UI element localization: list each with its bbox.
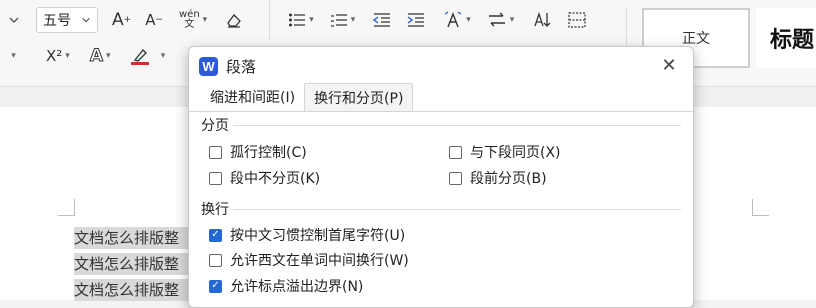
- line-spacing-icon: [488, 12, 505, 27]
- tab-label: 缩进和间距(I): [210, 90, 296, 106]
- chevron-down-icon: [82, 17, 90, 23]
- borders-button[interactable]: [564, 7, 590, 33]
- checkbox-keep-with-next[interactable]: 与下段同页(X): [449, 141, 561, 163]
- style-heading-label: 标题: [770, 27, 815, 53]
- increase-font-size-button[interactable]: A +: [108, 7, 135, 33]
- line-spacing-button[interactable]: ▾: [483, 7, 519, 33]
- numbered-list-button[interactable]: ▾: [326, 7, 360, 33]
- bulleted-list-button[interactable]: ▾: [284, 7, 318, 33]
- style-heading[interactable]: 标题: [756, 8, 816, 68]
- tab-panel-border: [189, 111, 693, 112]
- close-button[interactable]: ✕: [657, 53, 681, 77]
- sort-icon: [534, 11, 551, 27]
- checkbox-label: 段中不分页(K): [230, 171, 321, 187]
- chevron-down-icon: ▾: [65, 51, 70, 61]
- superscript-button[interactable]: X² ▾: [42, 43, 74, 69]
- ribbon-separator: [626, 8, 627, 48]
- dialog-title-bar: W 段落: [199, 53, 256, 79]
- checkbox-label: 按中文习惯控制首尾字符(U): [230, 228, 406, 244]
- document-line: 文档怎么排版整: [74, 227, 204, 249]
- checkbox-icon: [209, 145, 222, 159]
- checkbox-icon: [209, 253, 222, 267]
- group-title-pagination: 分页: [201, 118, 229, 134]
- document-line: 文档怎么排版整: [74, 279, 204, 301]
- checkbox-hanging-punctuation[interactable]: ✓ 允许标点溢出边界(N): [209, 275, 363, 297]
- font-name-dropdown-chevron-icon[interactable]: [0, 7, 28, 33]
- checkbox-icon: [449, 171, 462, 185]
- border-grid-icon: [568, 12, 586, 28]
- page-corner-mark-left: [58, 199, 75, 216]
- page-corner-mark-right: [752, 199, 769, 216]
- style-normal-label: 正文: [682, 31, 710, 47]
- highlight-color-bar: [130, 61, 149, 65]
- font-options-chevron-icon[interactable]: ▾: [0, 43, 24, 69]
- checkbox-page-break-before[interactable]: 段前分页(B): [449, 167, 547, 189]
- checkbox-label: 与下段同页(X): [470, 145, 561, 161]
- chevron-down-icon: ▾: [202, 15, 208, 25]
- bullet-list-icon: [289, 13, 306, 27]
- increase-font-size-label: A: [112, 10, 124, 30]
- text-effects-button[interactable]: A ▾: [86, 43, 115, 69]
- phonetic-guide-button[interactable]: wén 文 ▾: [175, 7, 211, 33]
- checkbox-label: 允许标点溢出边界(N): [230, 279, 364, 295]
- tab-label: 换行和分页(P): [314, 90, 404, 107]
- document-line: 文档怎么排版整: [74, 253, 204, 275]
- text-direction-icon: [444, 11, 462, 28]
- checkbox-label: 段前分页(B): [470, 171, 547, 187]
- checkbox-label: 允许西文在单词中间换行(W): [230, 253, 409, 269]
- increase-indent-icon: [407, 13, 425, 27]
- chevron-down-icon: ▾: [160, 51, 166, 61]
- outline-text-label: A: [89, 46, 103, 67]
- decrease-indent-button[interactable]: [369, 7, 395, 33]
- dialog-tabs: 缩进和间距(I) 换行和分页(P): [201, 83, 414, 111]
- decrease-indent-icon: [373, 13, 391, 27]
- close-icon: ✕: [661, 54, 677, 76]
- chevron-down-icon: ▾: [466, 15, 471, 25]
- checkbox-icon: [449, 145, 462, 159]
- checkbox-chinese-line-breaking[interactable]: ✓ 按中文习惯控制首尾字符(U): [209, 224, 405, 246]
- group-divider: [233, 209, 681, 210]
- phonetic-guide-icon: wén 文: [179, 9, 200, 30]
- dialog-title: 段落: [226, 57, 257, 76]
- highlight-button[interactable]: [127, 43, 153, 69]
- numbered-list-icon: [330, 14, 347, 27]
- sort-button[interactable]: [528, 7, 556, 33]
- checkbox-keep-lines-together[interactable]: 段中不分页(K): [209, 167, 320, 189]
- group-divider: [233, 125, 681, 126]
- clear-formatting-button[interactable]: [221, 7, 247, 33]
- eraser-icon: [227, 14, 242, 28]
- chevron-down-icon: ▾: [509, 15, 515, 25]
- tab-indent-spacing[interactable]: 缩进和间距(I): [201, 83, 304, 111]
- decrease-font-size-label: A: [145, 11, 156, 29]
- chevron-down-icon: ▾: [309, 15, 314, 25]
- app-logo-icon: W: [199, 56, 218, 76]
- font-size-value: 五号: [43, 13, 71, 29]
- group-title-line-break: 换行: [201, 202, 229, 218]
- chevron-down-icon: ▾: [106, 51, 111, 61]
- highlight-dropdown-chevron-icon[interactable]: ▾: [153, 43, 171, 69]
- checkbox-widow-control[interactable]: 孤行控制(C): [209, 141, 307, 163]
- highlighter-icon: [133, 48, 147, 62]
- decrease-font-size-button[interactable]: A −: [141, 7, 167, 33]
- checkbox-checked-icon: ✓: [209, 228, 222, 242]
- checkbox-label: 孤行控制(C): [230, 145, 307, 161]
- text-direction-button[interactable]: ▾: [439, 7, 475, 33]
- superscript-label: X²: [46, 47, 63, 65]
- chevron-down-icon: ▾: [11, 51, 16, 61]
- tab-line-page-breaks[interactable]: 换行和分页(P): [304, 83, 414, 111]
- font-size-select[interactable]: 五号: [36, 7, 98, 33]
- paragraph-dialog: W 段落 ✕ 缩进和间距(I) 换行和分页(P) 分页 孤行控制(C) 与下段同…: [188, 46, 694, 308]
- phonetic-label: wén: [179, 9, 200, 20]
- increase-indent-button[interactable]: [403, 7, 429, 33]
- checkbox-allow-word-break[interactable]: 允许西文在单词中间换行(W): [209, 249, 409, 271]
- checkbox-icon: [209, 171, 222, 185]
- checkbox-checked-icon: ✓: [209, 279, 222, 293]
- chevron-down-icon: ▾: [350, 15, 356, 25]
